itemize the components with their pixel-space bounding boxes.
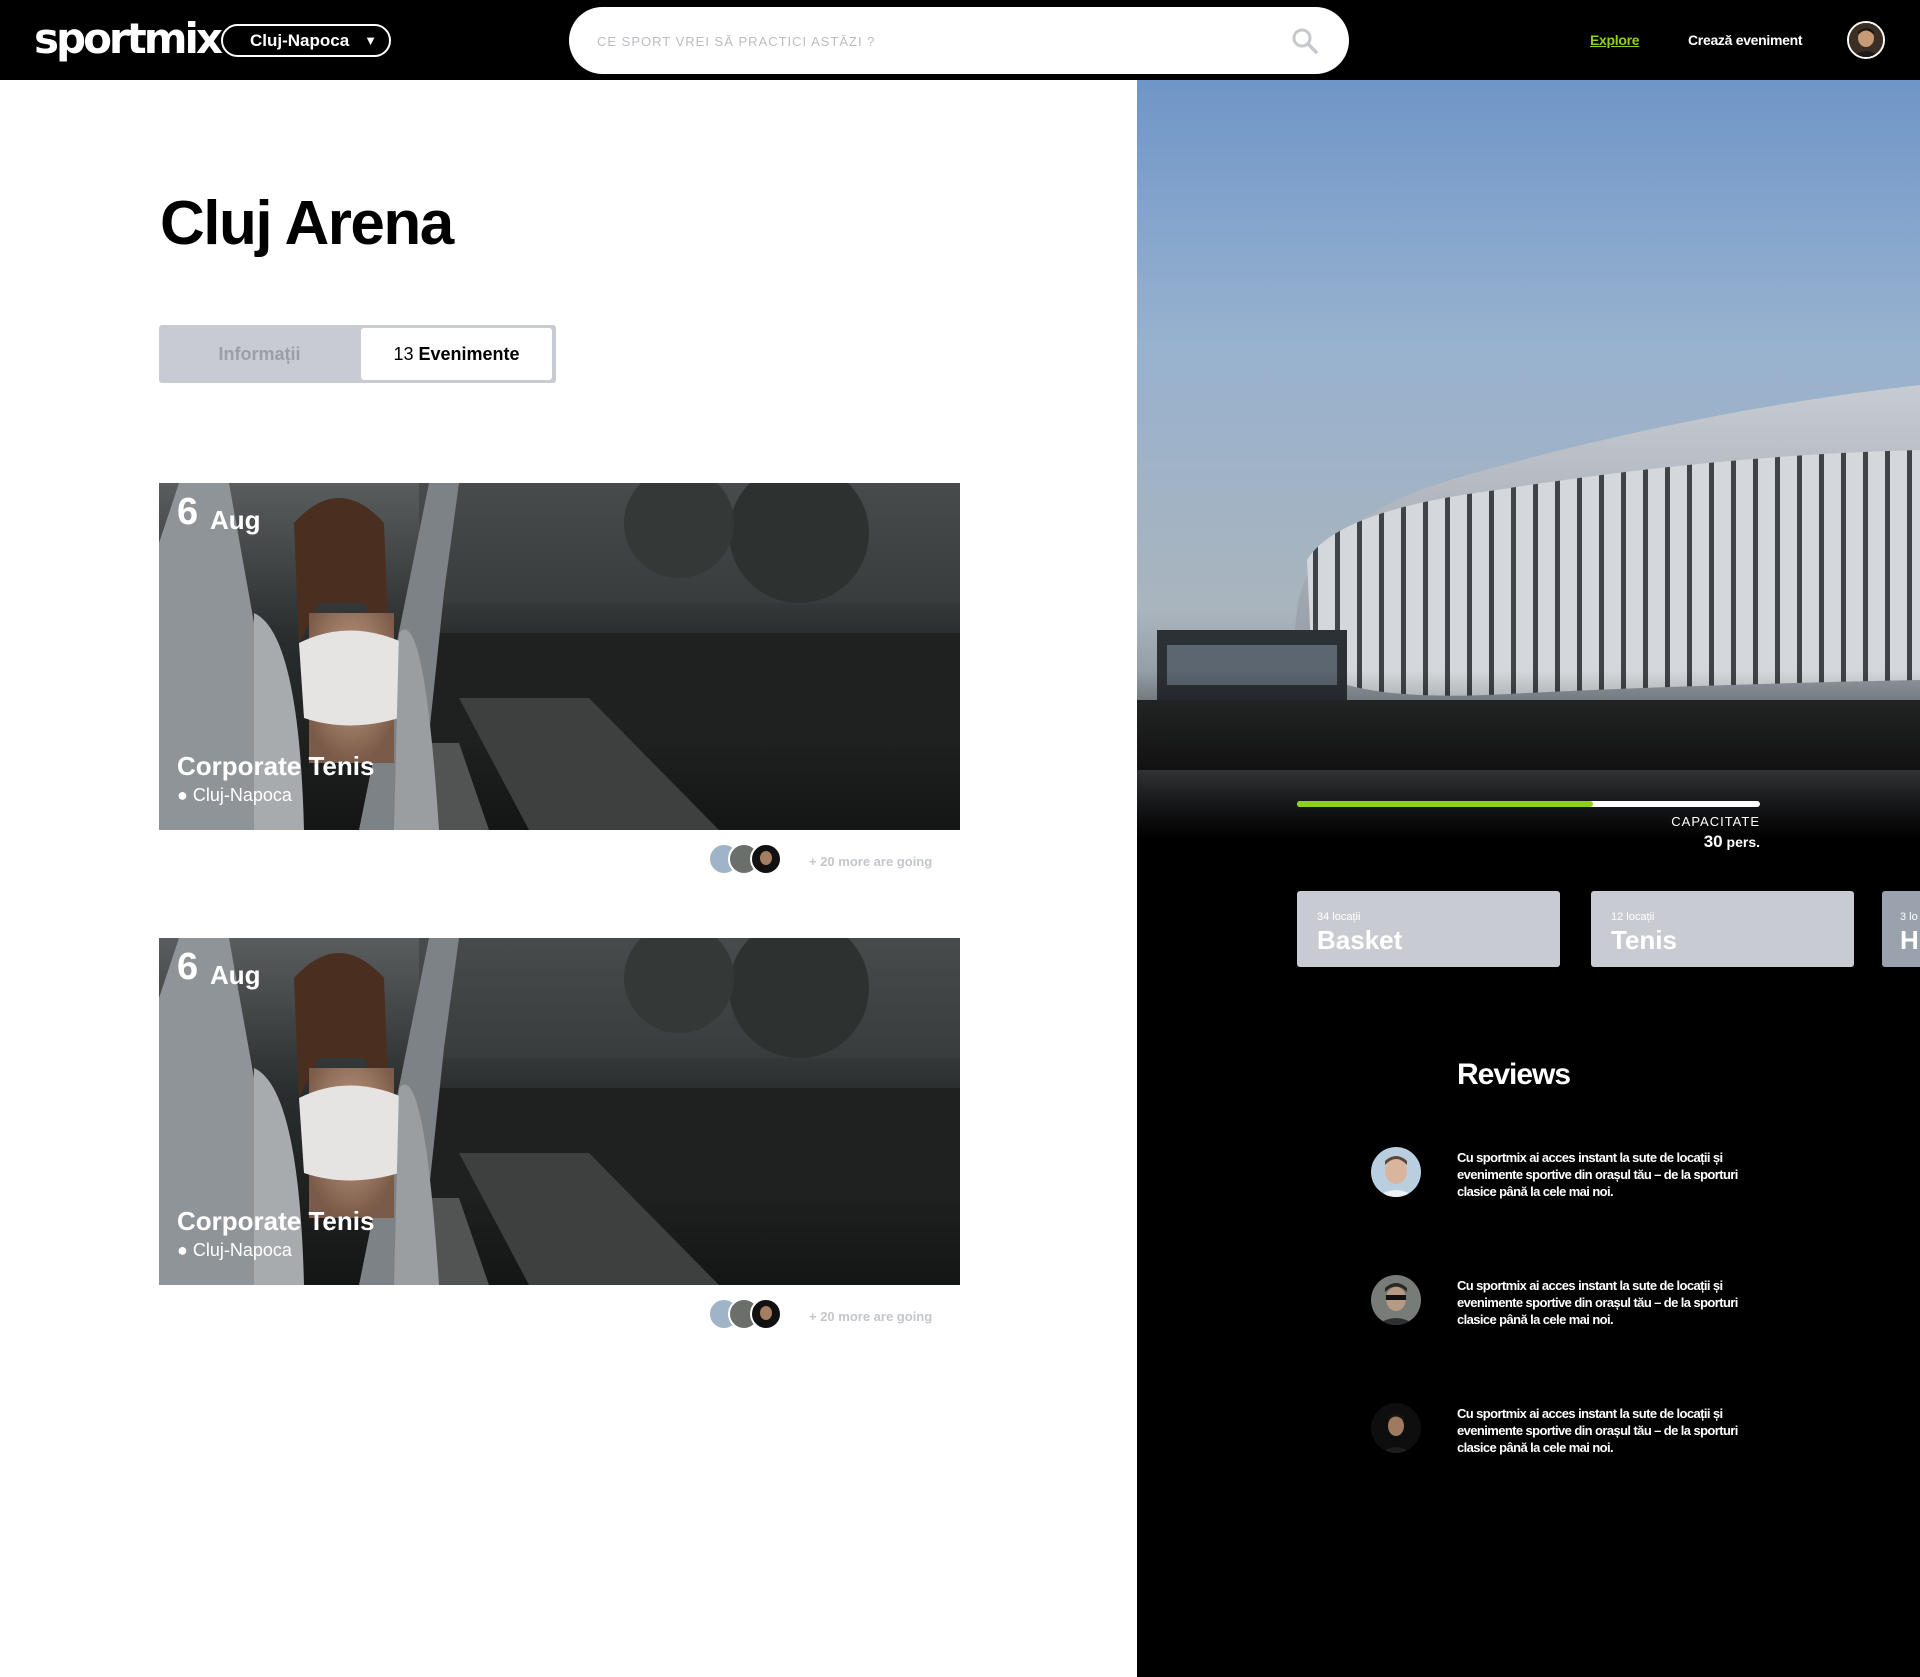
user-avatar[interactable] (1847, 21, 1885, 59)
event-location: ● Cluj-Napoca (177, 785, 292, 805)
sport-count: 3 lo (1900, 911, 1918, 923)
sport-card-basket[interactable]: 34 locații Basket (1297, 891, 1560, 967)
event-month: Aug (210, 960, 261, 990)
nav-explore-link[interactable]: Explore (1590, 32, 1640, 48)
chevron-down-icon: ▼ (364, 33, 377, 48)
nav-create-event-link[interactable]: Crează eveniment (1688, 32, 1803, 48)
venue-photo (1137, 80, 1920, 840)
sport-card-tenis[interactable]: 12 locații Tenis (1591, 891, 1854, 967)
review-text: Cu sportmix ai acces instant la sute de … (1457, 1150, 1738, 1199)
city-select[interactable]: Cluj-Napoca ▼ (221, 24, 391, 57)
more-going-text[interactable]: + 20 more are going (809, 854, 932, 869)
search-icon[interactable] (1291, 27, 1319, 55)
attendee-avatars[interactable] (708, 843, 788, 877)
more-going-text[interactable]: + 20 more are going (809, 1309, 932, 1324)
sport-count: 12 locații (1611, 911, 1655, 923)
venue-side-panel: CAPACITATE 30 pers. 34 locații Basket 12… (1137, 80, 1920, 1677)
capacity-unit: pers. (1726, 834, 1760, 850)
attendee-avatars[interactable] (708, 1298, 788, 1332)
event-title: Corporate Tenis (177, 751, 375, 781)
sport-name: H (1900, 925, 1919, 955)
capacity-number: 30 (1703, 832, 1723, 851)
review-text: Cu sportmix ai acces instant la sute de … (1457, 1278, 1738, 1327)
event-title: Corporate Tenis (177, 1206, 375, 1236)
tab-evenimente[interactable]: 13 Evenimente (361, 328, 552, 380)
search-input[interactable] (597, 29, 1237, 53)
capacity-bar-fill (1297, 801, 1594, 807)
event-location: ● Cluj-Napoca (177, 1240, 292, 1260)
tab-informatii[interactable]: Informații (159, 325, 360, 383)
tab-evenimente-label: Evenimente (418, 344, 520, 364)
avatar (1371, 1275, 1421, 1325)
reviews-title: Reviews (1457, 1058, 1571, 1091)
sport-name: Tenis (1611, 925, 1677, 955)
event-card[interactable]: 6 Aug Corporate Tenis ● Cluj-Napoca (159, 938, 960, 1285)
logo[interactable]: sportmix (34, 12, 223, 66)
top-bar: sportmix Cluj-Napoca ▼ Explore Crează ev… (0, 0, 1920, 80)
avatar (1371, 1147, 1421, 1197)
review-text: Cu sportmix ai acces instant la sute de … (1457, 1406, 1738, 1455)
city-select-value: Cluj-Napoca (250, 31, 350, 50)
page-title: Cluj Arena (160, 189, 454, 258)
event-card[interactable]: 6 Aug Corporate Tenis ● Cluj-Napoca (159, 483, 960, 830)
tab-evenimente-count: 13 (393, 344, 414, 364)
event-day: 6 (177, 491, 199, 533)
sport-name: Basket (1317, 925, 1403, 955)
capacity-value: 30 pers. (1537, 832, 1760, 852)
capacity-bar (1297, 801, 1760, 807)
event-month: Aug (210, 505, 261, 535)
capacity-label: CAPACITATE (1671, 814, 1760, 829)
page: sportmix Cluj-Napoca ▼ Explore Crează ev… (0, 0, 1920, 1677)
tabs: Informații 13 Evenimente (159, 325, 556, 383)
search-bar (569, 7, 1349, 74)
avatar (750, 1298, 782, 1330)
avatar (750, 843, 782, 875)
sport-card-partial[interactable]: 3 lo H (1882, 891, 1920, 967)
event-day: 6 (177, 946, 199, 988)
avatar (1371, 1403, 1421, 1453)
sport-count: 34 locații (1317, 911, 1361, 923)
